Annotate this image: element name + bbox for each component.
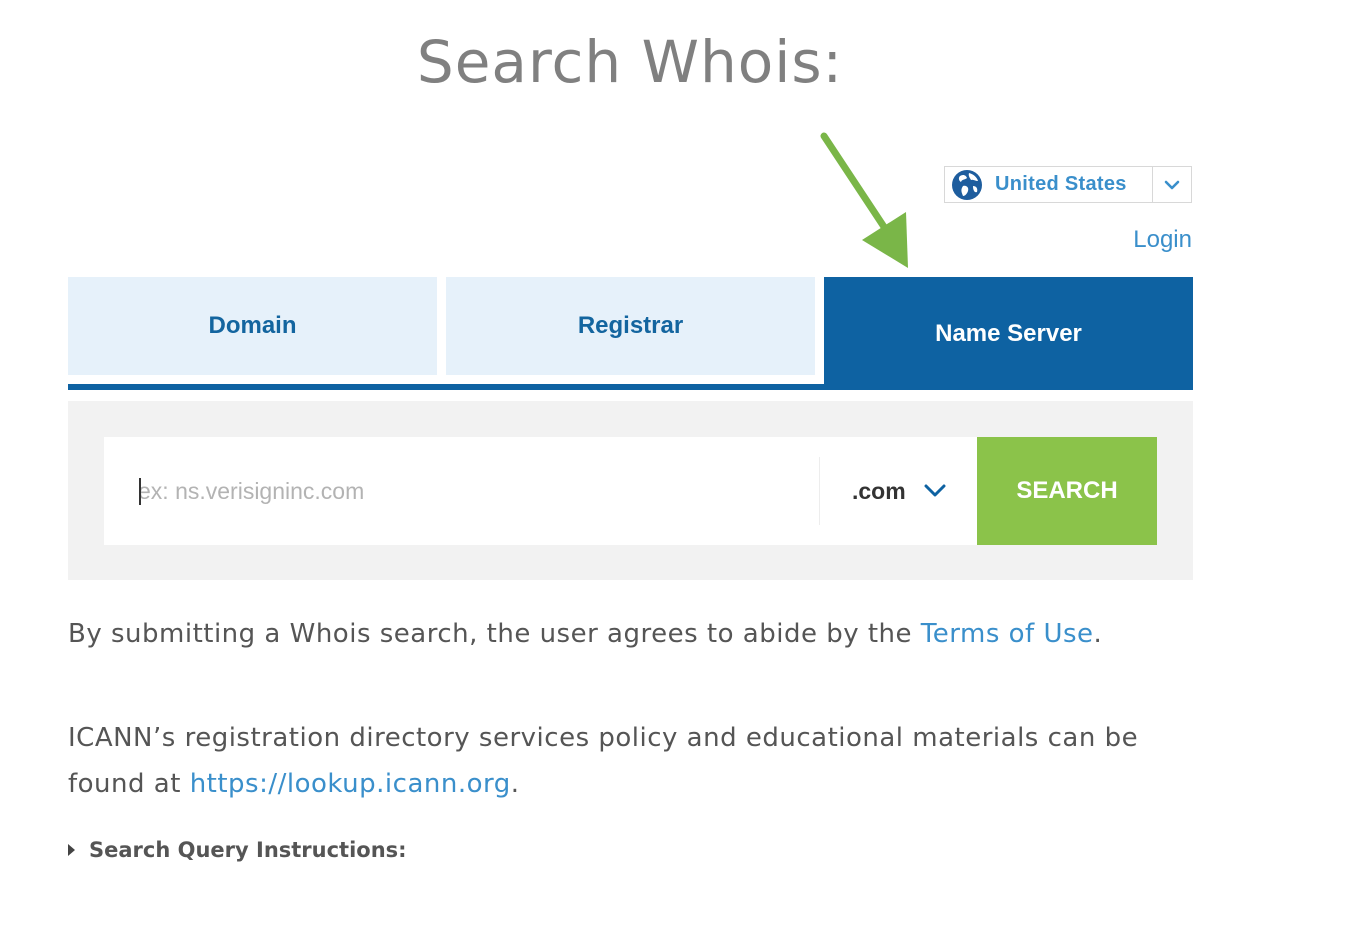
- chevron-down-icon: [1152, 167, 1191, 202]
- country-label: United States: [995, 173, 1127, 195]
- chevron-down-icon: [924, 484, 946, 498]
- search-button[interactable]: SEARCH: [977, 437, 1157, 545]
- search-panel: .com SEARCH: [68, 401, 1193, 580]
- tab-domain[interactable]: Domain: [68, 277, 437, 375]
- tld-select[interactable]: .com: [820, 437, 977, 545]
- tld-value: .com: [852, 477, 906, 504]
- globe-icon: [951, 169, 983, 201]
- terms-notice: By submitting a Whois search, the user a…: [68, 611, 1102, 657]
- page-title: Search Whois:: [416, 28, 844, 96]
- terms-of-use-link[interactable]: Terms of Use: [921, 619, 1094, 649]
- arrow-annotation-icon: [820, 132, 908, 268]
- tab-name-server[interactable]: Name Server: [824, 277, 1193, 390]
- text-cursor: [139, 478, 141, 505]
- icann-suffix: .: [510, 769, 520, 799]
- icann-lookup-link[interactable]: https://lookup.icann.org: [190, 769, 511, 799]
- terms-prefix: By submitting a Whois search, the user a…: [68, 619, 921, 649]
- search-query-instructions-toggle[interactable]: Search Query Instructions:: [68, 838, 407, 862]
- search-input[interactable]: [104, 437, 819, 545]
- login-link[interactable]: Login: [1133, 226, 1192, 254]
- search-type-tabs: Domain Registrar Name Server: [68, 277, 1193, 390]
- caret-right-icon: [68, 844, 75, 856]
- icann-notice: ICANN’s registration directory services …: [68, 715, 1208, 807]
- terms-suffix: .: [1093, 619, 1103, 649]
- tab-registrar[interactable]: Registrar: [446, 277, 815, 375]
- instructions-label: Search Query Instructions:: [89, 838, 407, 862]
- country-selector[interactable]: United States: [944, 166, 1192, 203]
- search-box: .com: [104, 437, 977, 545]
